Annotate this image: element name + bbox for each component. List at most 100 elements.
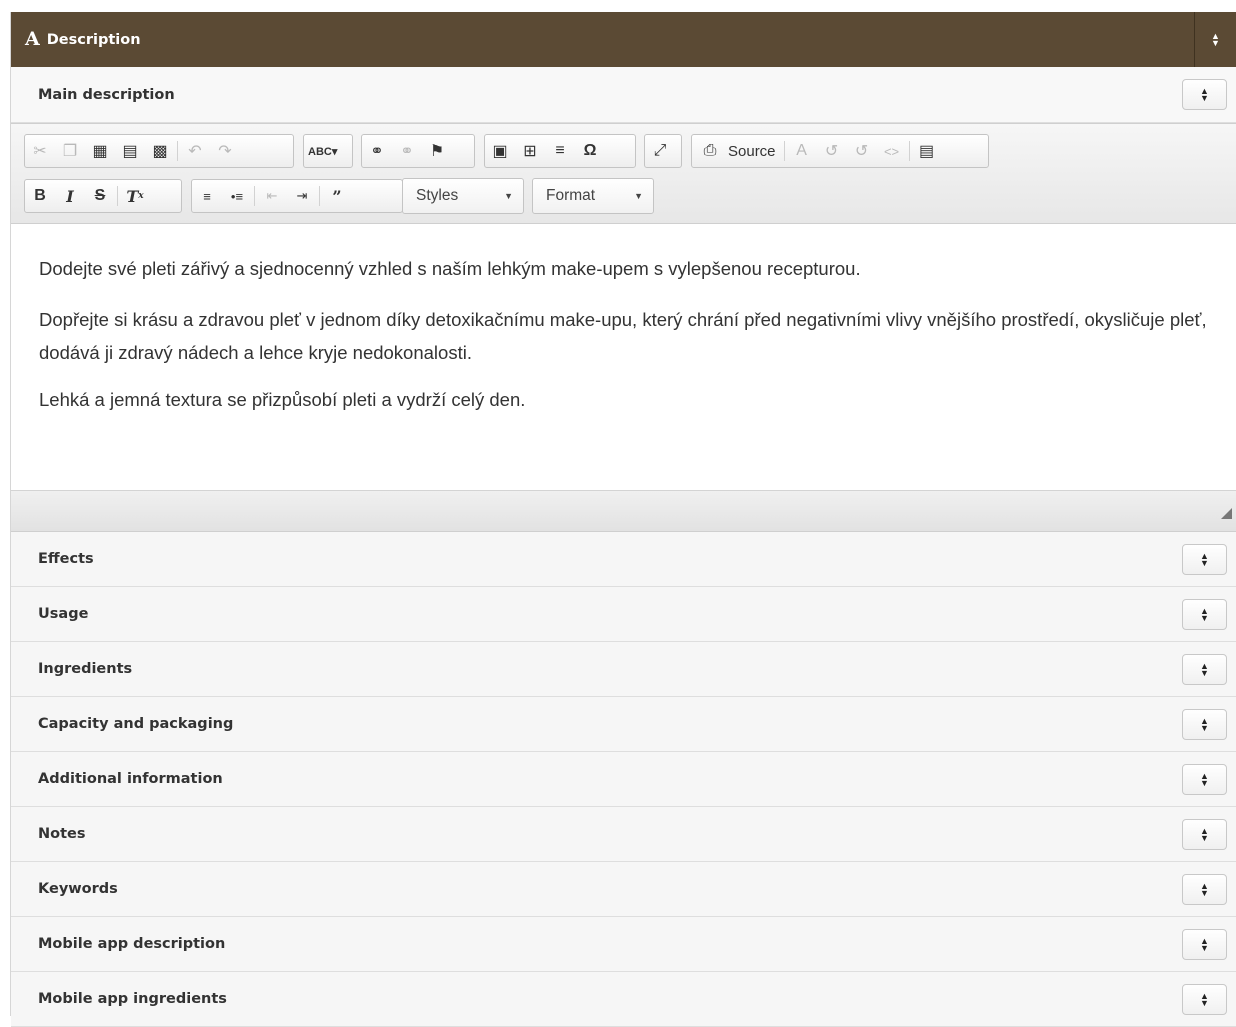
section-toggle-button[interactable]: ▲ ▼ <box>1182 544 1227 575</box>
section-label: Mobile app description <box>38 936 226 952</box>
styles-dropdown[interactable]: Styles ▼ <box>402 178 524 214</box>
sort-icon: ▲ ▼ <box>1200 825 1209 843</box>
sort-icon: ▲ ▼ <box>1211 30 1220 48</box>
basic-styles-group: B I S Tx <box>24 179 182 213</box>
source-group: ⎙ Source A ↺ ↺ <> ▤ <box>691 134 989 168</box>
insert-group: ▣ ⊞ ≡ Ω <box>484 134 636 168</box>
styles-dropdown-label: Styles <box>416 187 459 204</box>
table-icon[interactable]: ⊞ <box>515 137 545 165</box>
special-char-omega-icon[interactable]: Ω <box>575 137 605 165</box>
indent-icon[interactable]: ⇥ <box>287 182 317 210</box>
anchor-flag-icon[interactable]: ⚑ <box>422 137 452 165</box>
sort-icon: ▲ ▼ <box>1200 605 1209 623</box>
cut-icon[interactable]: ✂ <box>25 137 55 165</box>
section-mobile-app-description[interactable]: Mobile app description ▲ ▼ <box>11 917 1236 972</box>
section-toggle-button[interactable]: ▲ ▼ <box>1182 984 1227 1015</box>
toolbar-separator <box>177 141 178 161</box>
panel-header[interactable]: A Description ▲ ▼ <box>11 12 1236 67</box>
source-icon[interactable]: ⎙ <box>692 137 722 165</box>
sort-icon: ▲ ▼ <box>1200 550 1209 568</box>
redo-icon[interactable]: ↷ <box>210 137 240 165</box>
section-toggle-button[interactable]: ▲ ▼ <box>1182 654 1227 685</box>
blockquote-icon[interactable]: ” <box>322 182 352 210</box>
section-toggle-button[interactable]: ▲ ▼ <box>1182 874 1227 905</box>
link-group: ⚭ ⚭ ⚑ <box>361 134 475 168</box>
italic-icon[interactable]: I <box>55 182 85 210</box>
source-button[interactable]: Source <box>722 143 782 160</box>
section-label: Keywords <box>38 881 118 897</box>
sort-icon: ▲ ▼ <box>1200 770 1209 788</box>
sort-icon: ▲ ▼ <box>1200 660 1209 678</box>
link-icon[interactable]: ⚭ <box>362 137 392 165</box>
code-icon[interactable]: <> <box>877 137 907 165</box>
content-paragraph: Lehká a jemná textura se přizpůsobí plet… <box>39 389 526 410</box>
sort-icon: ▲ ▼ <box>1200 990 1209 1008</box>
spellcheck-group: ABC▾ <box>303 134 353 168</box>
section-toggle-button[interactable]: ▲ ▼ <box>1182 819 1227 850</box>
resize-handle-icon[interactable] <box>1221 508 1232 519</box>
sort-icon: ▲ ▼ <box>1200 880 1209 898</box>
section-label: Usage <box>38 606 89 622</box>
header-toggle-button[interactable]: ▲ ▼ <box>1194 12 1236 67</box>
horizontal-line-icon[interactable]: ≡ <box>545 137 575 165</box>
toolbar-separator <box>254 186 255 206</box>
spellcheck-icon[interactable]: ABC▾ <box>304 137 341 165</box>
section-ingredients[interactable]: Ingredients ▲ ▼ <box>11 642 1236 697</box>
outdent-icon[interactable]: ⇤ <box>257 182 287 210</box>
section-toggle-button[interactable]: ▲ ▼ <box>1182 709 1227 740</box>
remove-format-icon[interactable]: Tx <box>120 182 150 210</box>
section-usage[interactable]: Usage ▲ ▼ <box>11 587 1236 642</box>
remove-div-icon[interactable]: ↺ <box>847 137 877 165</box>
format-dropdown[interactable]: Format ▼ <box>532 178 654 214</box>
section-label: Effects <box>38 551 94 567</box>
sort-icon: ▲ ▼ <box>1200 715 1209 733</box>
bulleted-list-icon[interactable]: •≡ <box>222 182 252 210</box>
section-capacity-packaging[interactable]: Capacity and packaging ▲ ▼ <box>11 697 1236 752</box>
section-toggle-button[interactable]: ▲ ▼ <box>1182 764 1227 795</box>
maximize-icon[interactable]: ⤢ <box>645 137 675 165</box>
paste-text-icon[interactable]: ▤ <box>115 137 145 165</box>
copy-icon[interactable]: ❐ <box>55 137 85 165</box>
section-label: Notes <box>38 826 86 842</box>
bold-icon[interactable]: B <box>25 182 55 210</box>
section-label: Mobile app ingredients <box>38 991 227 1007</box>
sort-icon: ▲ ▼ <box>1200 85 1209 103</box>
section-label: Capacity and packaging <box>38 716 234 732</box>
create-div-icon[interactable]: ↺ <box>817 137 847 165</box>
content-paragraph: Dopřejte si krásu a zdravou pleť v jedno… <box>39 309 1207 363</box>
section-toggle-button[interactable]: ▲ ▼ <box>1182 929 1227 960</box>
content-paragraph: Dodejte své pleti zářivý a sjednocenný v… <box>39 258 861 279</box>
section-additional-information[interactable]: Additional information ▲ ▼ <box>11 752 1236 807</box>
panel-title: Description <box>46 31 141 48</box>
toolbar-separator <box>908 141 910 161</box>
toolbar-separator <box>117 186 118 206</box>
section-effects[interactable]: Effects ▲ ▼ <box>11 532 1236 587</box>
section-label: Ingredients <box>38 661 133 677</box>
toolbar-separator <box>319 186 320 206</box>
numbered-list-icon[interactable]: ≡ <box>192 182 222 210</box>
format-dropdown-label: Format <box>546 187 596 204</box>
section-keywords[interactable]: Keywords ▲ ▼ <box>11 862 1236 917</box>
clipboard-group: ✂ ❐ ▦ ▤ ▩ ↶ ↷ <box>24 134 294 168</box>
section-notes[interactable]: Notes ▲ ▼ <box>11 807 1236 862</box>
image-icon[interactable]: ▣ <box>485 137 515 165</box>
section-toggle-button[interactable]: ▲ ▼ <box>1182 599 1227 630</box>
main-description-row[interactable]: Main description ▲ ▼ <box>11 67 1236 123</box>
main-description-label: Main description <box>38 86 175 103</box>
description-panel: A Description ▲ ▼ Main description ▲ ▼ ✂ ❐… <box>10 12 1236 1027</box>
unlink-icon[interactable]: ⚭ <box>392 137 422 165</box>
section-mobile-app-ingredients[interactable]: Mobile app ingredients ▲ ▼ <box>11 972 1236 1027</box>
paragraph-group: ≡ •≡ ⇤ ⇥ ” <box>191 179 403 213</box>
section-label: Additional information <box>38 771 223 787</box>
find-replace-icon[interactable]: A <box>787 137 817 165</box>
undo-icon[interactable]: ↶ <box>180 137 210 165</box>
strike-icon[interactable]: S <box>85 182 115 210</box>
text-a-icon: A <box>25 28 40 50</box>
templates-icon[interactable]: ▤ <box>912 137 942 165</box>
paste-icon[interactable]: ▦ <box>85 137 115 165</box>
paste-word-icon[interactable]: ▩ <box>145 137 175 165</box>
rich-text-editor: ✂ ❐ ▦ ▤ ▩ ↶ ↷ ABC▾ ⚭ ⚭ ⚑ ▣ ⊞ ≡ Ω ⤢ ⎙ Sou… <box>11 123 1236 532</box>
editor-content-area[interactable]: Dodejte své pleti zářivý a sjednocenný v… <box>11 224 1236 490</box>
main-description-toggle-button[interactable]: ▲ ▼ <box>1182 79 1227 110</box>
toolbar-separator <box>783 141 785 161</box>
